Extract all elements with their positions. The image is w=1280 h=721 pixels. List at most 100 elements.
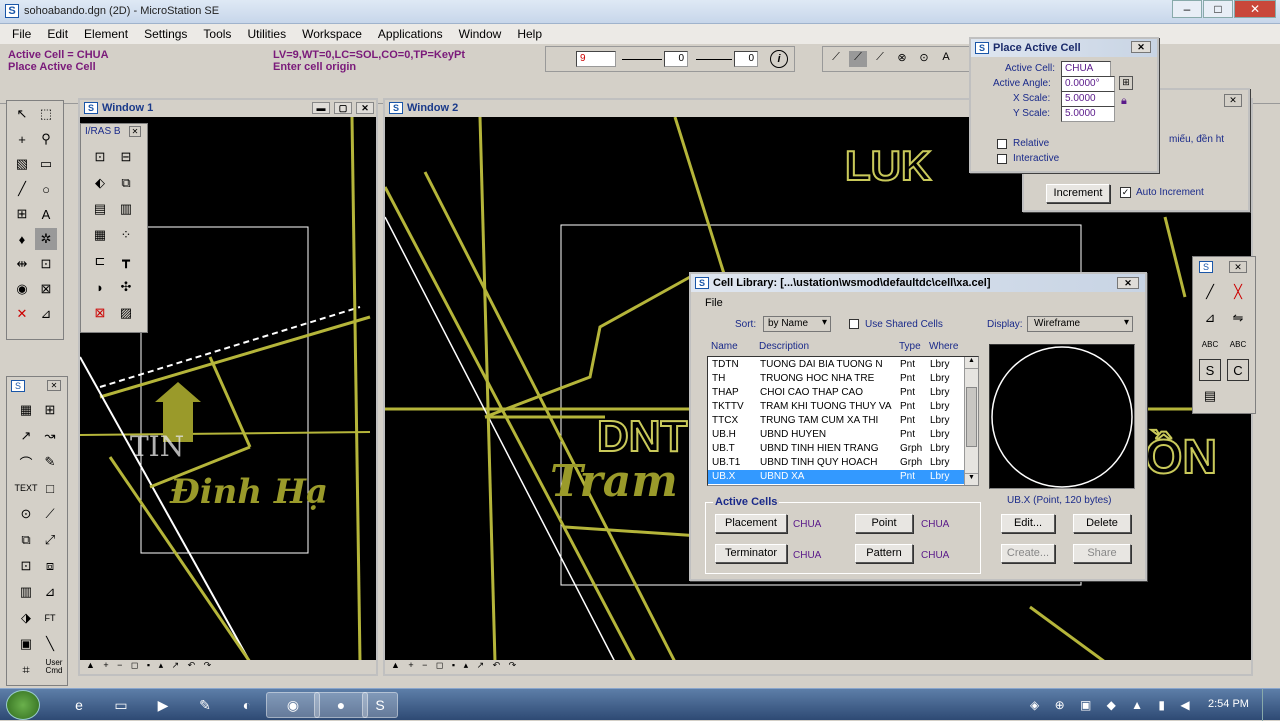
measure-icon[interactable]: ⇹	[11, 253, 33, 275]
group-icon[interactable]: ▥	[15, 581, 37, 603]
user-cmd-button[interactable]: User Cmd	[45, 659, 63, 675]
snap-center-icon[interactable]: ⟋	[871, 51, 889, 67]
place-active-cell-close[interactable]: ✕	[1131, 41, 1151, 53]
window-1-close[interactable]: ✕	[356, 102, 374, 114]
weight-select[interactable]: 0	[664, 51, 688, 67]
raster-warp-icon[interactable]: ▦	[89, 224, 111, 246]
scroll-thumb[interactable]	[966, 387, 977, 447]
draw-line-tool-icon[interactable]: ╱	[1199, 281, 1221, 303]
snap-perp-icon[interactable]: A	[937, 51, 955, 67]
c-key-icon[interactable]: C	[1227, 359, 1249, 381]
menu-tools[interactable]: Tools	[195, 24, 239, 44]
move-parallel-icon[interactable]: ⤢	[39, 529, 61, 551]
microstation-taskbar-icon[interactable]: S	[362, 692, 398, 718]
info-icon[interactable]: i	[770, 50, 788, 68]
list-item[interactable]: UB.T UBND TINH HIEN TRANG Grph Lbry	[708, 442, 970, 456]
menu-applications[interactable]: Applications	[370, 24, 451, 44]
path-icon[interactable]: ↗	[15, 425, 37, 447]
raster-scale-icon[interactable]: ▤	[89, 198, 111, 220]
copy-icon[interactable]: ⧉	[15, 529, 37, 551]
use-shared-cells-checkbox[interactable]	[849, 319, 859, 329]
center-point-icon[interactable]: ⊙	[15, 503, 37, 525]
raster-node-icon[interactable]: ✣	[115, 276, 137, 298]
cell-settings-close[interactable]: ✕	[1224, 94, 1242, 107]
abc-text-icon[interactable]: ABC	[1199, 333, 1221, 355]
window-1-maximize[interactable]: ▢	[334, 102, 352, 114]
right-palette-close[interactable]: ✕	[1229, 261, 1247, 273]
polyline-icon[interactable]: ⌒	[15, 451, 37, 473]
draw-line-icon[interactable]: ╲	[39, 633, 61, 655]
data-point-icon[interactable]: +	[11, 128, 33, 150]
abc-edit-icon[interactable]: ABC	[1227, 333, 1249, 355]
raster-stairs-icon[interactable]: ⊏	[89, 250, 111, 272]
fence-icon[interactable]: ⬚	[35, 103, 57, 125]
menu-help[interactable]: Help	[509, 24, 550, 44]
list-item[interactable]: TDTN TUONG DAI BIA TUONG N Pnt Lbry	[708, 358, 970, 372]
fill-type-icon[interactable]: FT	[39, 607, 61, 629]
s-key-icon[interactable]: S	[1199, 359, 1221, 381]
raster-image-icon[interactable]: ▨	[115, 302, 137, 324]
diagonal-icon[interactable]: ⟋	[39, 503, 61, 525]
raster-select-icon[interactable]: ⊡	[89, 146, 111, 168]
start-button[interactable]	[6, 690, 40, 720]
menu-edit[interactable]: Edit	[39, 24, 76, 44]
menu-utilities[interactable]: Utilities	[239, 24, 294, 44]
recorder-icon[interactable]: ●	[314, 692, 368, 718]
cell-library-close[interactable]: ✕	[1117, 277, 1139, 289]
window-2-view-controls[interactable]: ▲ + − ◻ ▪ ▴ ↗ ↶ ↷	[385, 660, 1251, 674]
minimize-button[interactable]: –	[1172, 0, 1202, 18]
snap-keypoint-icon[interactable]: ⟋	[827, 51, 845, 67]
close-button[interactable]: ✕	[1234, 0, 1276, 18]
palette-close[interactable]: ✕	[47, 380, 61, 391]
edit-line-icon[interactable]: ✎	[39, 451, 61, 473]
cell-list[interactable]: TDTN TUONG DAI BIA TUONG N Pnt Lbry TH TRUON…	[707, 356, 979, 486]
delete-button[interactable]: Delete	[1073, 514, 1131, 533]
list-item[interactable]: UB.T1 UBND TINH QUY HOACH Grph Lbry	[708, 456, 970, 470]
line-icon[interactable]: ╱	[11, 178, 33, 200]
sort-select[interactable]: by Name ▾	[763, 316, 831, 332]
color-select[interactable]: 0	[734, 51, 758, 67]
auto-increment-checkbox[interactable]: ✓	[1120, 187, 1131, 198]
circle-icon[interactable]: ○	[35, 178, 57, 200]
rotate-icon[interactable]: ⇋	[1227, 307, 1249, 329]
active-angle-field[interactable]: 0.0000°	[1061, 76, 1115, 92]
col-where[interactable]: Where	[929, 341, 958, 352]
fill-icon[interactable]: ▧	[11, 153, 33, 175]
drop-icon[interactable]: ⬗	[15, 607, 37, 629]
show-desktop-button[interactable]	[1262, 689, 1280, 721]
terminator-button[interactable]: Terminator	[715, 544, 787, 563]
raster-measure-icon[interactable]: ┳	[115, 250, 137, 272]
shape-icon[interactable]: □	[39, 477, 61, 499]
snap-midpoint-icon[interactable]: ⟋	[849, 51, 867, 67]
relative-checkbox[interactable]	[997, 139, 1007, 149]
col-name[interactable]: Name	[711, 341, 738, 352]
frame-icon[interactable]: ▣	[15, 633, 37, 655]
active-cell-field[interactable]: CHUA	[1061, 61, 1111, 77]
raster-points-icon[interactable]: ⁘	[115, 224, 137, 246]
col-type[interactable]: Type	[899, 341, 921, 352]
cell-list-scrollbar[interactable]: ▲ ▼	[964, 357, 978, 485]
document-icon[interactable]: ▤	[1199, 385, 1221, 407]
zoom-box-icon[interactable]: ⊡	[15, 555, 37, 577]
list-item[interactable]: UB.H UBND HUYEN Pnt Lbry	[708, 428, 970, 442]
rectangle-icon[interactable]: ▭	[35, 153, 57, 175]
palette-color-icon[interactable]: ◉	[11, 278, 33, 300]
menu-settings[interactable]: Settings	[136, 24, 195, 44]
dimension-icon[interactable]: ⊡	[35, 253, 57, 275]
chrome-icon[interactable]: ◉	[266, 692, 320, 718]
display-select[interactable]: Wireframe ▾	[1027, 316, 1133, 332]
cell-library-file-menu[interactable]: File	[705, 297, 723, 309]
raster-move-icon[interactable]: ⬖	[89, 172, 111, 194]
share-button[interactable]: Share	[1073, 544, 1131, 563]
snap-icon[interactable]: ⚲	[35, 128, 57, 150]
point-button[interactable]: Point	[855, 514, 913, 533]
raster-fit-icon[interactable]: ⊟	[115, 146, 137, 168]
iras-close[interactable]: ✕	[129, 126, 141, 137]
curve-icon[interactable]: ↝	[39, 425, 61, 447]
edit-button[interactable]: Edit...	[1001, 514, 1055, 533]
y-scale-field[interactable]: 5.0000	[1061, 106, 1115, 122]
list-item[interactable]: THAP CHOI CAO THAP CAO Pnt Lbry	[708, 386, 970, 400]
menu-file[interactable]: File	[4, 24, 39, 44]
delete-icon[interactable]: ✕	[11, 303, 33, 325]
select-element-icon[interactable]: ↖	[11, 103, 33, 125]
